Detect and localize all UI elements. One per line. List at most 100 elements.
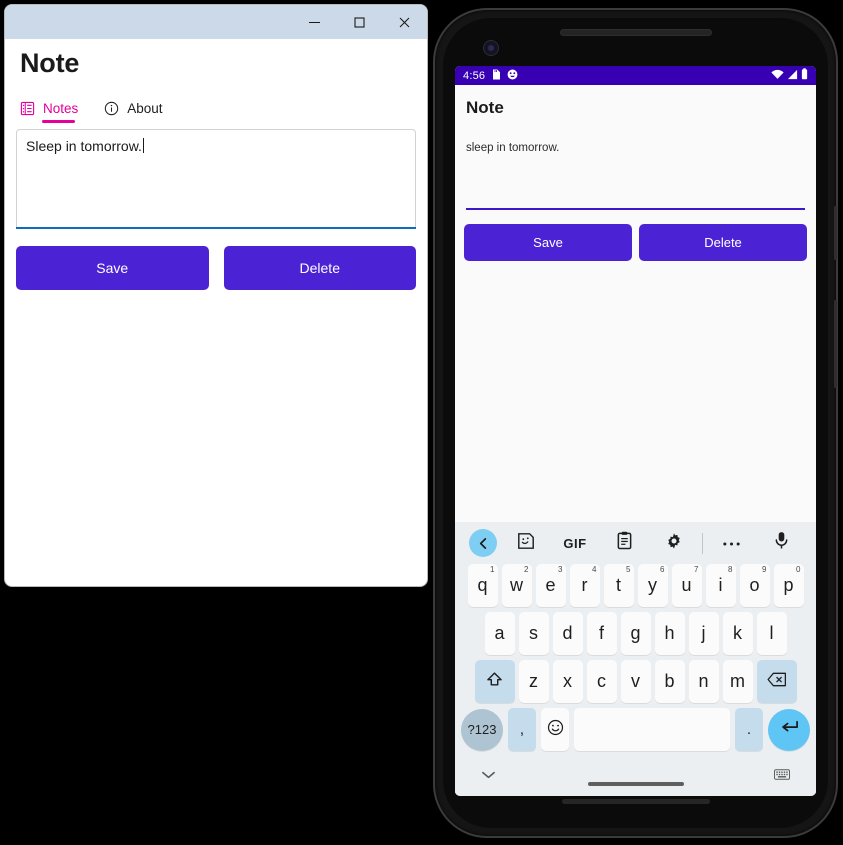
delete-button[interactable]: Delete xyxy=(223,246,416,290)
home-indicator[interactable] xyxy=(587,782,684,786)
key-e[interactable]: 3e xyxy=(535,564,566,607)
more-icon xyxy=(722,534,741,552)
backspace-icon xyxy=(766,671,787,692)
space-key[interactable] xyxy=(574,708,730,751)
shift-key[interactable] xyxy=(474,660,515,703)
keyboard-row-2: a s d f g h j k l xyxy=(455,612,816,655)
action-button-row: Save Delete xyxy=(16,246,416,290)
phone-action-button-row: Save Delete xyxy=(464,224,807,261)
key-o[interactable]: 9o xyxy=(739,564,770,607)
comma-key[interactable]: , xyxy=(508,708,536,751)
key-p[interactable]: 0p xyxy=(773,564,804,607)
earpiece-speaker xyxy=(559,29,712,36)
key-p-label: p xyxy=(783,575,794,595)
key-t[interactable]: 5t xyxy=(603,564,634,607)
key-a[interactable]: a xyxy=(484,612,515,655)
keyboard-row-3: z x c v b n m xyxy=(455,660,816,703)
key-y[interactable]: 6y xyxy=(637,564,668,607)
key-c[interactable]: c xyxy=(586,660,617,703)
keyboard-row-1: 1q 2w 3e 4r 5t 6y 7u 8i 9o 0p xyxy=(455,564,816,607)
backspace-key[interactable] xyxy=(756,660,797,703)
note-textarea[interactable]: Sleep in tomorrow. xyxy=(16,129,416,229)
keyboard-settings-button[interactable] xyxy=(649,522,698,564)
window-content: Note Notes About Sleep in tomorrow. Save… xyxy=(5,39,427,586)
key-t-label: t xyxy=(615,575,621,595)
key-z[interactable]: z xyxy=(518,660,549,703)
key-m[interactable]: m xyxy=(722,660,753,703)
phone-note-input-value: sleep in tomorrow. xyxy=(466,142,560,154)
key-p-number: 0 xyxy=(796,565,801,574)
tab-notes-label: Notes xyxy=(43,101,79,116)
tabstrip: Notes About xyxy=(20,95,416,123)
save-button[interactable]: Save xyxy=(16,246,209,290)
maximize-button[interactable] xyxy=(337,5,382,39)
emoji-key[interactable] xyxy=(541,708,569,751)
list-icon xyxy=(20,101,35,116)
back-chevron-icon xyxy=(469,529,497,557)
window-titlebar xyxy=(5,5,427,39)
sticker-icon xyxy=(517,532,535,555)
key-n[interactable]: n xyxy=(688,660,719,703)
key-q[interactable]: 1q xyxy=(467,564,498,607)
keyboard-switcher-button[interactable] xyxy=(774,767,790,785)
key-w[interactable]: 2w xyxy=(501,564,532,607)
key-q-label: q xyxy=(477,575,488,595)
gear-icon xyxy=(665,532,683,555)
voice-input-button[interactable] xyxy=(757,522,806,564)
microphone-icon xyxy=(774,531,789,555)
key-f[interactable]: f xyxy=(586,612,617,655)
key-d[interactable]: d xyxy=(552,612,583,655)
textfield-focus-underline xyxy=(16,227,416,229)
keyboard-back-button[interactable] xyxy=(465,522,501,564)
page-title: Note xyxy=(20,48,80,78)
phone-save-button[interactable]: Save xyxy=(464,224,632,261)
key-s[interactable]: s xyxy=(518,612,549,655)
key-u-number: 7 xyxy=(694,565,699,574)
android-phone-emulator: 4:56 Note sleep in tomorrow. Save Delete… xyxy=(433,8,838,838)
phone-note-input[interactable]: sleep in tomorrow. xyxy=(466,142,805,210)
tab-notes[interactable]: Notes xyxy=(20,101,78,123)
enter-key[interactable] xyxy=(768,708,810,751)
key-o-number: 9 xyxy=(762,565,767,574)
keyboard-toolbar: GIF xyxy=(455,522,816,564)
volume-button[interactable] xyxy=(834,300,837,388)
symbols-key[interactable]: ?123 xyxy=(461,708,503,751)
key-u[interactable]: 7u xyxy=(671,564,702,607)
key-e-label: e xyxy=(545,575,556,595)
key-h[interactable]: h xyxy=(654,612,685,655)
power-button[interactable] xyxy=(834,206,837,260)
clipboard-button[interactable] xyxy=(600,522,649,564)
keyboard-row-4: ?123 , . xyxy=(455,708,816,753)
key-v[interactable]: v xyxy=(620,660,651,703)
status-system-icons xyxy=(771,68,808,83)
bottom-speaker-grille xyxy=(561,799,710,804)
key-i-label: i xyxy=(718,575,723,595)
key-w-label: w xyxy=(510,575,523,595)
key-i[interactable]: 8i xyxy=(705,564,736,607)
tab-about-label: About xyxy=(127,101,163,116)
tab-about[interactable]: About xyxy=(104,101,163,123)
key-r[interactable]: 4r xyxy=(569,564,600,607)
period-key[interactable]: . xyxy=(735,708,763,751)
signal-icon xyxy=(787,69,798,83)
sticker-button[interactable] xyxy=(501,522,550,564)
key-b[interactable]: b xyxy=(654,660,685,703)
key-g[interactable]: g xyxy=(620,612,651,655)
hide-keyboard-button[interactable] xyxy=(481,767,496,785)
minimize-button[interactable] xyxy=(292,5,337,39)
desktop-note-window: Note Notes About Sleep in tomorrow. Save… xyxy=(4,4,428,587)
key-u-label: u xyxy=(681,575,692,595)
keyboard-more-button[interactable] xyxy=(707,522,756,564)
note-textarea-value: Sleep in tomorrow. xyxy=(26,138,142,154)
phone-app-content: Note sleep in tomorrow. Save Delete xyxy=(455,85,816,522)
keyboard-navbar xyxy=(455,758,816,794)
key-j[interactable]: j xyxy=(688,612,719,655)
phone-screen: 4:56 Note sleep in tomorrow. Save Delete… xyxy=(455,66,816,796)
on-screen-keyboard: GIF 1 q 2 w 3 e 4 r 5 t 6 y 7 u 8 i 9 o … xyxy=(455,522,816,796)
close-button[interactable] xyxy=(382,5,427,39)
phone-delete-button[interactable]: Delete xyxy=(639,224,807,261)
key-l[interactable]: l xyxy=(756,612,787,655)
key-k[interactable]: k xyxy=(722,612,753,655)
gif-button[interactable]: GIF xyxy=(550,522,599,564)
key-x[interactable]: x xyxy=(552,660,583,703)
